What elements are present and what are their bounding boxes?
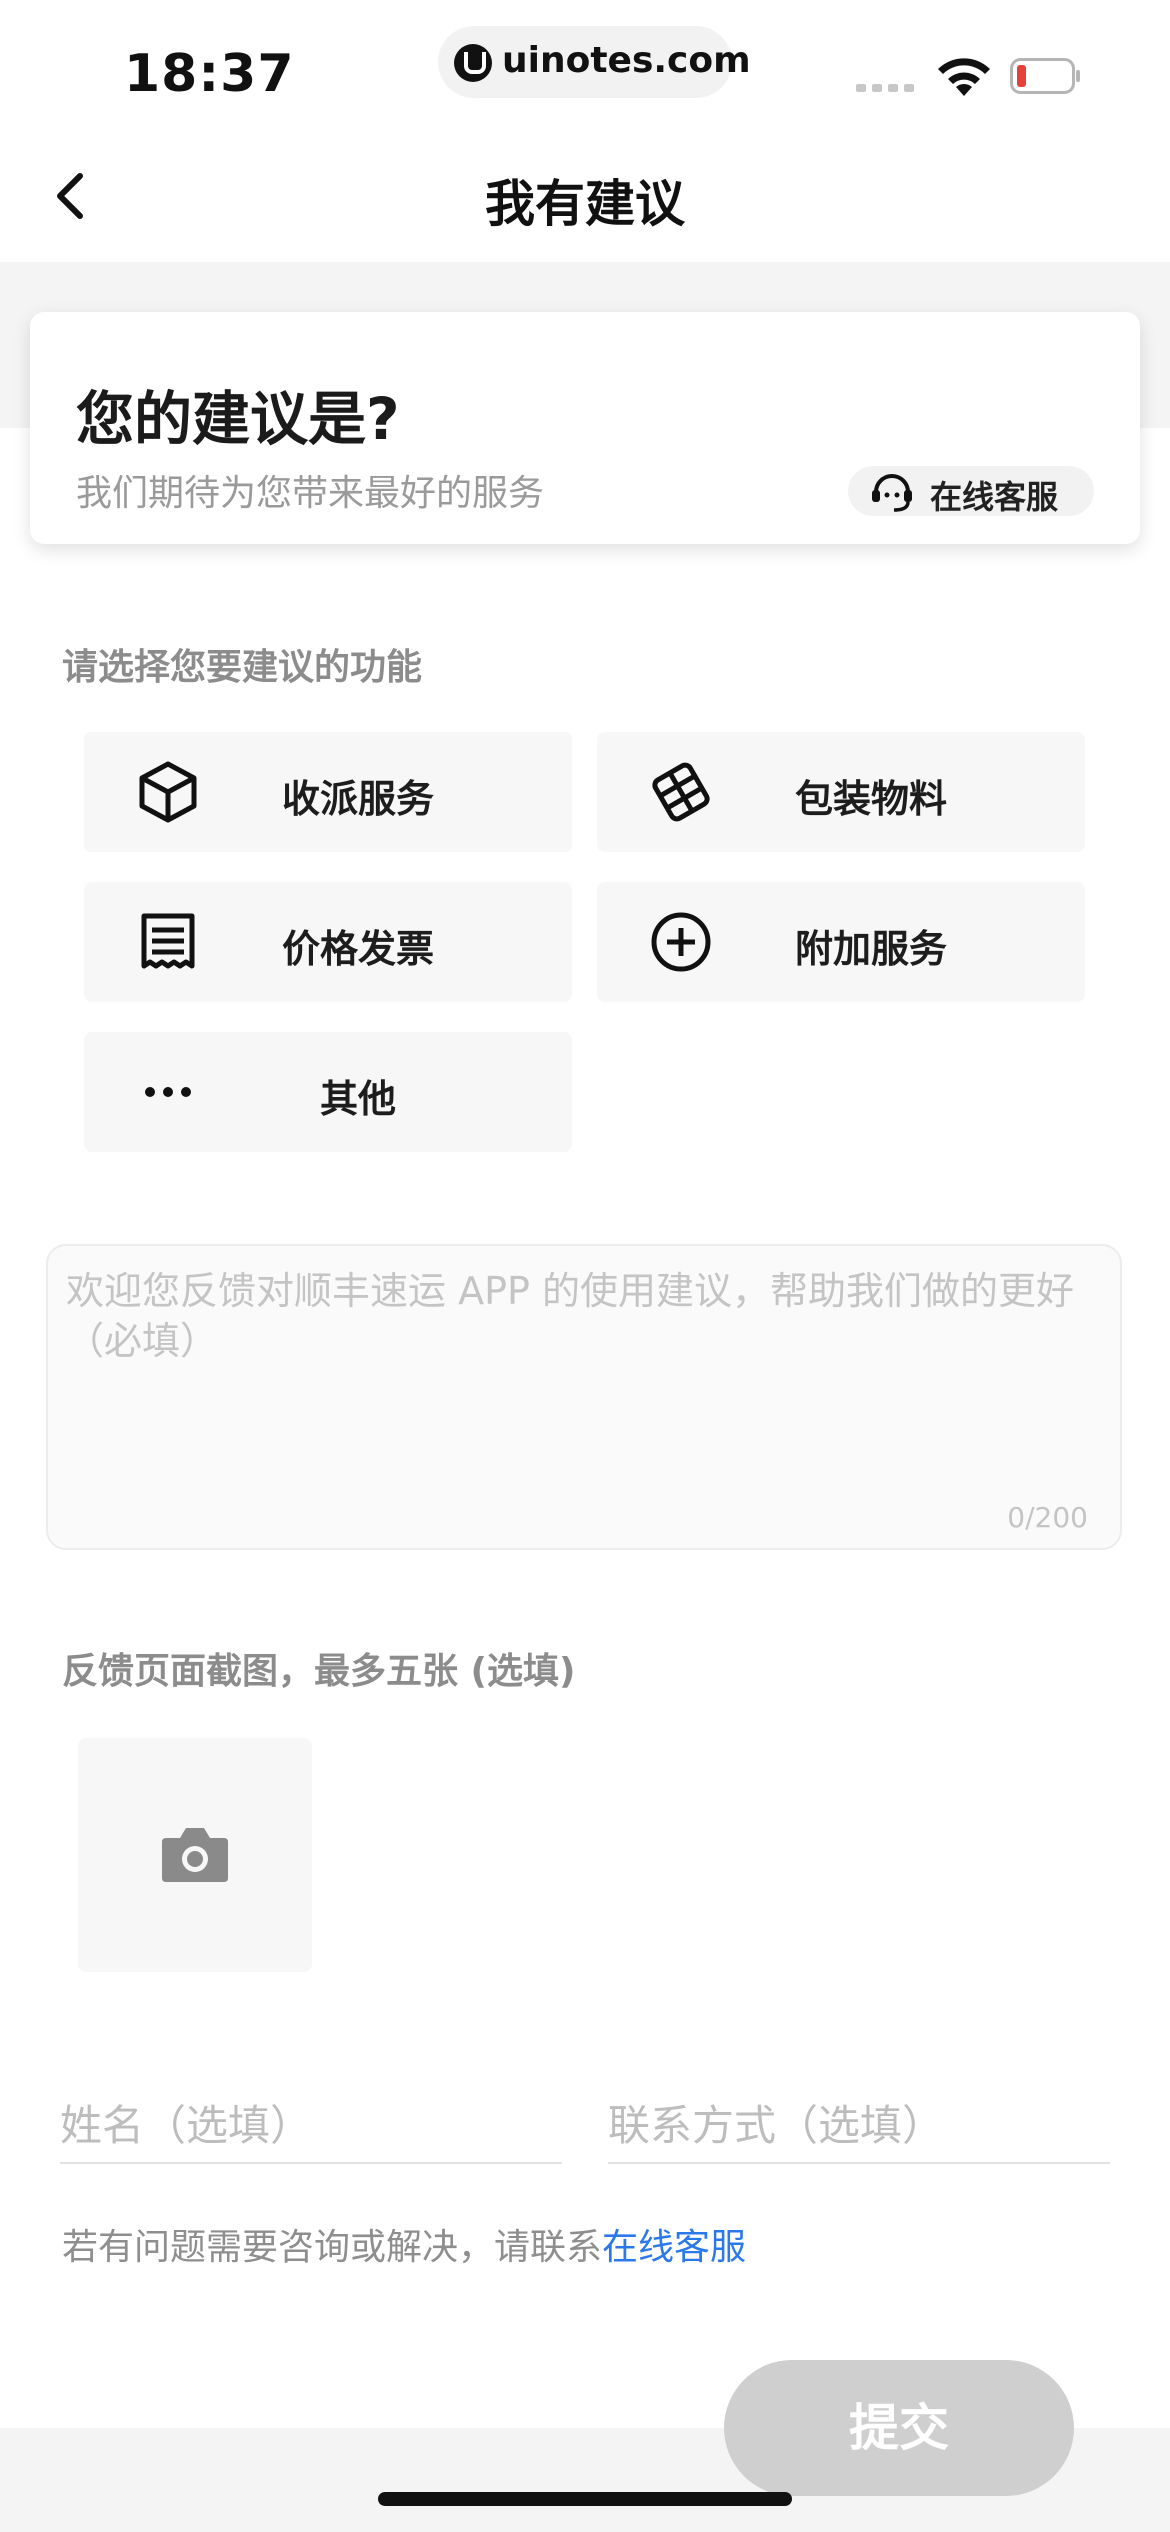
camera-icon bbox=[162, 1828, 228, 1882]
feedback-placeholder: 欢迎您反馈对顺丰速运 APP 的使用建议，帮助我们做的更好（必填） bbox=[66, 1269, 1074, 1363]
status-time: 18:37 bbox=[124, 44, 295, 104]
receipt-icon bbox=[141, 913, 195, 969]
help-text: 若有问题需要咨询或解决，请联系在线客服 bbox=[62, 2218, 746, 2270]
function-section-label: 请选择您要建议的功能 bbox=[62, 647, 423, 688]
wifi-icon bbox=[938, 58, 990, 96]
online-service-button[interactable]: 在线客服 bbox=[848, 466, 1094, 516]
name-input[interactable]: 姓名（选填） bbox=[60, 2088, 562, 2164]
plus-circle-icon bbox=[651, 912, 711, 972]
page-title: 我有建议 bbox=[485, 175, 685, 233]
screenshot-section-label: 反馈页面截图，最多五张 (选填) bbox=[62, 1651, 576, 1692]
function-option-label: 收派服务 bbox=[282, 777, 435, 821]
material-grid-icon bbox=[652, 762, 710, 822]
help-text-prefix: 若有问题需要咨询或解决，请联系 bbox=[62, 2227, 603, 2268]
function-option-label: 其他 bbox=[320, 1077, 397, 1121]
status-bar: 18:37 uinotes.com bbox=[0, 0, 1170, 130]
online-service-link[interactable]: 在线客服 bbox=[602, 2227, 746, 2268]
function-option-price-invoice[interactable]: 价格发票 bbox=[84, 882, 572, 1002]
intro-card: 您的建议是? 我们期待为您带来最好的服务 在线客服 bbox=[30, 312, 1140, 544]
cellular-signal-icon bbox=[856, 84, 914, 92]
char-counter: 0/200 bbox=[1007, 1501, 1088, 1534]
more-dots-icon bbox=[145, 1087, 191, 1097]
function-option-pickup-delivery[interactable]: 收派服务 bbox=[84, 732, 572, 852]
function-option-label: 附加服务 bbox=[795, 927, 948, 971]
function-option-other[interactable]: 其他 bbox=[84, 1032, 572, 1152]
headset-icon bbox=[872, 474, 912, 512]
home-indicator bbox=[378, 2492, 792, 2506]
name-placeholder: 姓名（选填） bbox=[60, 2101, 313, 2150]
contact-input[interactable]: 联系方式（选填） bbox=[608, 2088, 1110, 2164]
nav-bar: 我有建议 bbox=[0, 130, 1170, 262]
intro-title: 您的建议是? bbox=[76, 385, 400, 453]
url-text: uinotes.com bbox=[502, 40, 751, 81]
feedback-textarea[interactable]: 欢迎您反馈对顺丰速运 APP 的使用建议，帮助我们做的更好（必填） 0/200 bbox=[46, 1244, 1122, 1550]
add-screenshot-button[interactable] bbox=[78, 1738, 312, 1972]
submit-button[interactable]: 提交 bbox=[724, 2360, 1074, 2496]
function-option-addon[interactable]: 附加服务 bbox=[597, 882, 1085, 1002]
package-cube-icon bbox=[139, 761, 197, 823]
online-service-label: 在线客服 bbox=[930, 478, 1059, 516]
battery-icon bbox=[1010, 58, 1080, 94]
function-option-label: 价格发票 bbox=[282, 927, 435, 971]
function-option-packaging[interactable]: 包装物料 bbox=[597, 732, 1085, 852]
function-option-label: 包装物料 bbox=[795, 777, 948, 821]
url-pill[interactable]: uinotes.com bbox=[438, 26, 751, 98]
contact-placeholder: 联系方式（选填） bbox=[608, 2101, 945, 2150]
intro-subtitle: 我们期待为您带来最好的服务 bbox=[76, 473, 545, 514]
site-logo-icon bbox=[454, 44, 492, 82]
